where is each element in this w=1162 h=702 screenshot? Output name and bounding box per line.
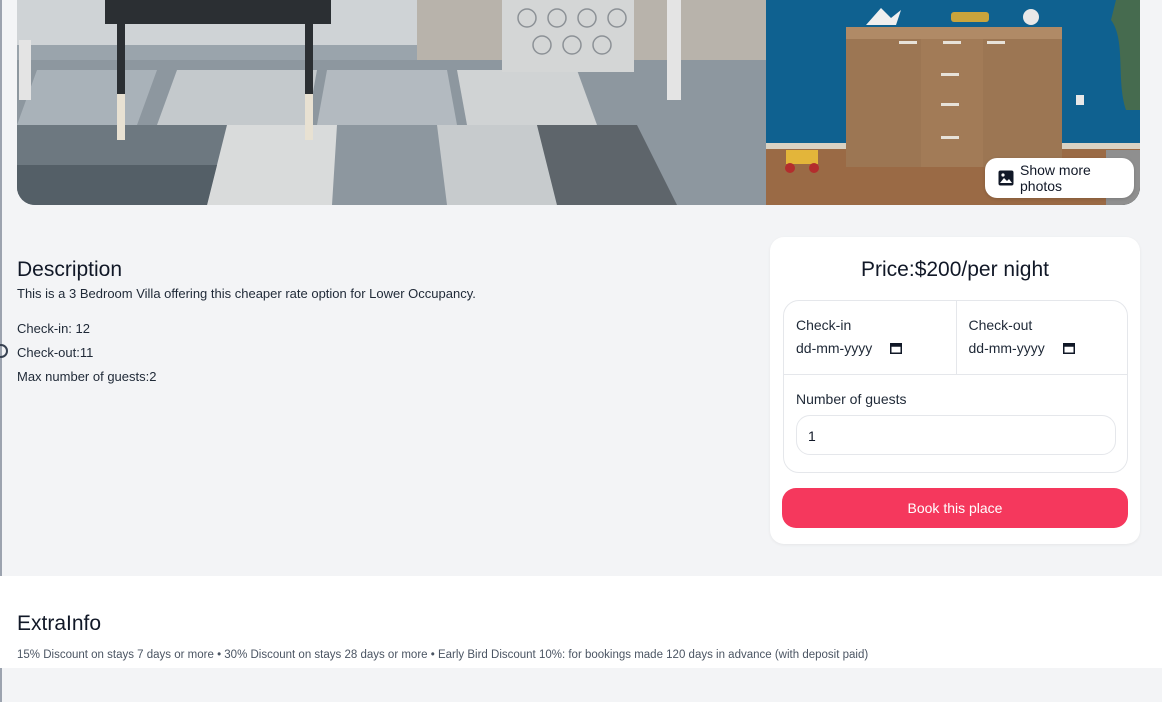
image-icon bbox=[998, 170, 1014, 186]
show-more-photos-label: Show more photos bbox=[1020, 162, 1091, 194]
show-more-photos-button[interactable]: Show more photos bbox=[985, 158, 1134, 198]
extra-info-text: 15% Discount on stays 7 days or more • 3… bbox=[17, 649, 869, 661]
check-in-cell: Check-in dd-mm-yyyy bbox=[784, 301, 956, 374]
dates-row: Check-in dd-mm-yyyy Check-out dd-mm-yyyy bbox=[784, 301, 1127, 375]
check-in-label: Check-in bbox=[796, 317, 852, 333]
guests-input[interactable]: 1 bbox=[796, 415, 1116, 455]
main-photo[interactable] bbox=[17, 0, 766, 205]
check-out-label: Check-out bbox=[968, 317, 1033, 333]
book-button[interactable]: Book this place bbox=[782, 488, 1128, 528]
check-out-time: Check-out:11 bbox=[17, 345, 94, 360]
booking-form: Check-in dd-mm-yyyy Check-out dd-mm-yyyy bbox=[783, 300, 1128, 473]
guests-label: Number of guests bbox=[796, 391, 907, 407]
booking-widget: Price:$200/per night Check-in dd-mm-yyyy… bbox=[770, 237, 1140, 544]
extra-info-section: ExtraInfo 15% Discount on stays 7 days o… bbox=[0, 576, 1162, 668]
photo-gallery bbox=[17, 0, 1140, 205]
description-section: Description This is a 3 Bedroom Villa of… bbox=[17, 258, 737, 389]
guests-section: Number of guests 1 bbox=[784, 375, 1127, 455]
calendar-icon[interactable] bbox=[1062, 342, 1075, 354]
check-in-date-value: dd-mm-yyyy bbox=[796, 340, 873, 356]
check-out-date-value: dd-mm-yyyy bbox=[968, 340, 1045, 356]
check-out-date-input[interactable]: dd-mm-yyyy bbox=[969, 340, 1116, 356]
calendar-icon[interactable] bbox=[890, 342, 903, 354]
max-guests: Max number of guests:2 bbox=[17, 369, 157, 384]
extra-info-heading: ExtraInfo bbox=[17, 612, 102, 635]
cursor-icon bbox=[0, 344, 8, 358]
price-per-night: Price:$200/per night bbox=[861, 258, 1049, 281]
description-text: This is a 3 Bedroom Villa offering this … bbox=[17, 286, 476, 301]
description-heading: Description bbox=[17, 258, 123, 281]
check-out-cell: Check-out dd-mm-yyyy bbox=[955, 301, 1128, 374]
stay-details: Check-in: 12 Check-out:11 Max number of … bbox=[17, 317, 737, 389]
check-in-date-input[interactable]: dd-mm-yyyy bbox=[796, 340, 944, 356]
check-in-time: Check-in: 12 bbox=[17, 321, 90, 336]
